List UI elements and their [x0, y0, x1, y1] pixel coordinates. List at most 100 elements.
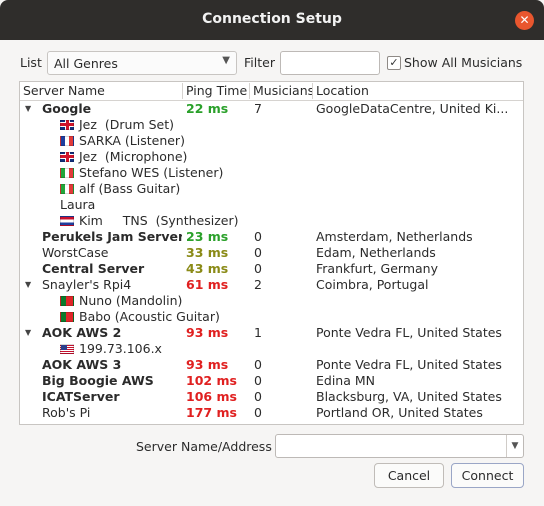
genre-list-select[interactable]: All Genres ▼ [47, 51, 237, 75]
server-row[interactable]: Rob's Pi 177 ms 0 Portland OR, United State… [20, 405, 523, 421]
musician-row[interactable]: Nuno (Mandolin) [20, 293, 523, 309]
column-header-server-name[interactable]: Server Name [20, 83, 183, 99]
close-icon[interactable]: ✕ [515, 11, 534, 30]
filter-label: Filter [244, 55, 275, 70]
server-location: Frankfurt, Germany [316, 261, 439, 276]
server-location: Blacksburg, VA, United States [316, 389, 502, 404]
server-location: Edina MN [316, 373, 375, 388]
expand-toggle-icon[interactable]: ▼ [25, 325, 31, 341]
musician-entry: Stefano WES (Listener) [60, 165, 340, 181]
musician-entry: 199.73.106.x [60, 341, 340, 357]
ping-time: 106 ms [186, 389, 237, 404]
column-header-location[interactable]: Location [313, 83, 523, 99]
musician-name: Kim TNS (Synthesizer) [79, 213, 239, 228]
server-location: Portland OR, United States [316, 405, 483, 420]
server-location: Coimbra, Portugal [316, 277, 429, 292]
column-header-ping-time[interactable]: Ping Time [183, 83, 250, 99]
server-name: Rob's Pi [42, 405, 91, 420]
chevron-down-icon: ▼ [222, 55, 230, 66]
server-row[interactable]: Big Boogie AWS 102 ms 0 Edina MN [20, 373, 523, 389]
musician-row[interactable]: Laura [20, 197, 523, 213]
ping-time: 93 ms [186, 325, 229, 340]
musician-row[interactable]: Babo (Acoustic Guitar) [20, 309, 523, 325]
connect-button[interactable]: Connect [451, 463, 524, 488]
musician-row[interactable]: Kim TNS (Synthesizer) [20, 213, 523, 229]
server-row[interactable]: AOK AWS 3 93 ms 0 Ponte Vedra FL, United St… [20, 357, 523, 373]
ping-time: 102 ms [186, 373, 237, 388]
musician-count: 7 [254, 101, 262, 116]
server-location: Ponte Vedra FL, United States [316, 357, 502, 372]
server-row[interactable]: ICATServer 106 ms 0 Blacksburg, VA, United … [20, 389, 523, 405]
server-name: Google [42, 101, 92, 116]
server-row[interactable]: Perukels Jam Server 23 ms 0 Amsterdam, Neth… [20, 229, 523, 245]
musician-entry: Jez (Drum Set) [60, 117, 340, 133]
musician-row[interactable]: Stefano WES (Listener) [20, 165, 523, 181]
server-row[interactable]: WorstCase 33 ms 0 Edam, Netherlands [20, 245, 523, 261]
expand-toggle-icon[interactable]: ▼ [25, 101, 31, 117]
server-row[interactable]: ▼ AOK AWS 2 93 ms 1 Ponte Vedra FL, United S… [20, 325, 523, 341]
musician-count: 0 [254, 229, 262, 244]
server-location: Amsterdam, Netherlands [316, 229, 473, 244]
server-name: Central Server [42, 261, 145, 276]
server-row[interactable]: ▼ Snayler's Rpi4 61 ms 2 Coimbra, Portugal [20, 277, 523, 293]
server-row[interactable]: ▼ Google 22 ms 7 GoogleDataCentre, United Ki… [20, 101, 523, 117]
filter-row: List All Genres ▼ Filter ✓ Show All Musi… [0, 50, 544, 76]
server-row[interactable]: Central Server 43 ms 0 Frankfurt, Germany [20, 261, 523, 277]
musician-name: Laura [60, 197, 96, 212]
expand-toggle-icon[interactable]: ▼ [25, 277, 31, 293]
musician-entry: SARKA (Listener) [60, 133, 340, 149]
musician-name: Stefano WES (Listener) [79, 165, 224, 180]
musician-name: SARKA (Listener) [79, 133, 185, 148]
server-location: Ponte Vedra FL, United States [316, 325, 502, 340]
musician-name: Babo (Acoustic Guitar) [79, 309, 220, 324]
musician-count: 0 [254, 357, 262, 372]
country-flag-icon [60, 152, 74, 162]
musician-count: 0 [254, 373, 262, 388]
server-list-table[interactable]: Server Name Ping Time Musicians Location… [19, 81, 524, 425]
musician-count: 0 [254, 405, 262, 420]
musician-entry: Jez (Microphone) [60, 149, 340, 165]
country-flag-icon [60, 136, 74, 146]
server-location: Edam, Netherlands [316, 245, 436, 260]
musician-entry: Kim TNS (Synthesizer) [60, 213, 340, 229]
musician-count: 0 [254, 261, 262, 276]
server-address-label: Server Name/Address [136, 439, 272, 454]
title-bar: Connection Setup ✕ [0, 0, 544, 40]
country-flag-icon [60, 120, 74, 130]
server-name: Perukels Jam Server [42, 229, 182, 244]
musician-count: 0 [254, 389, 262, 404]
musician-name: 199.73.106.x [79, 341, 162, 356]
ping-time: 177 ms [186, 405, 237, 420]
musician-row[interactable]: SARKA (Listener) [20, 133, 523, 149]
country-flag-icon [60, 168, 74, 178]
country-flag-icon [60, 296, 74, 306]
musician-name: Nuno (Mandolin) [79, 293, 183, 308]
musician-count: 2 [254, 277, 262, 292]
ping-time: 43 ms [186, 261, 229, 276]
country-flag-icon [60, 184, 74, 194]
country-flag-icon [60, 312, 74, 322]
show-all-musicians-label: Show All Musicians [404, 55, 523, 70]
chevron-down-icon[interactable]: ▼ [506, 435, 523, 457]
musician-name: Jez (Drum Set) [79, 117, 175, 132]
server-name: Snayler's Rpi4 [42, 277, 132, 292]
server-name: AOK AWS 3 [42, 357, 122, 372]
country-flag-icon [60, 216, 74, 226]
musician-row[interactable]: Jez (Drum Set) [20, 117, 523, 133]
musician-row[interactable]: 199.73.106.x [20, 341, 523, 357]
musician-entry: Babo (Acoustic Guitar) [60, 309, 340, 325]
filter-input[interactable] [280, 51, 380, 75]
server-address-input[interactable]: ▼ [275, 434, 524, 458]
cancel-button[interactable]: Cancel [374, 463, 444, 488]
ping-time: 22 ms [186, 101, 229, 116]
table-body: ▼ Google 22 ms 7 GoogleDataCentre, United Ki… [20, 101, 523, 421]
column-header-musicians[interactable]: Musicians [250, 83, 313, 99]
show-all-musicians-checkbox[interactable]: ✓ [387, 56, 401, 70]
connection-setup-dialog: Connection Setup ✕ List All Genres ▼ Fil… [0, 0, 544, 506]
window-title: Connection Setup [202, 11, 342, 27]
musician-row[interactable]: Jez (Microphone) [20, 149, 523, 165]
server-name: Big Boogie AWS [42, 373, 154, 388]
musician-row[interactable]: alf (Bass Guitar) [20, 181, 523, 197]
table-header: Server Name Ping Time Musicians Location [20, 82, 523, 101]
server-location: GoogleDataCentre, United Ki... [316, 101, 509, 116]
